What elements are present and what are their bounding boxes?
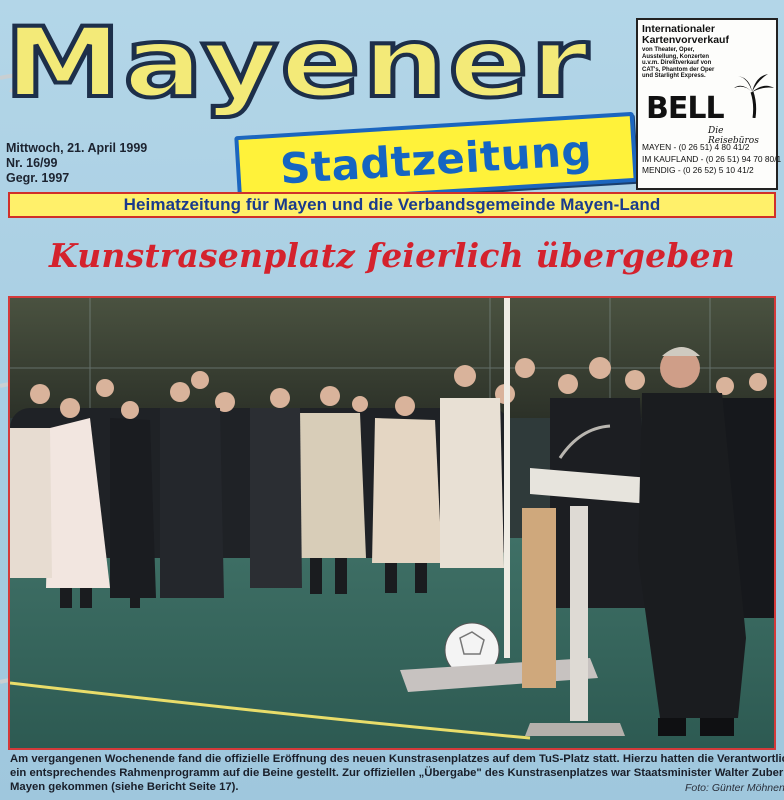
photo-caption: Am vergangenen Wochenende fand die offiz… (10, 752, 784, 794)
issue-date: Mittwoch, 21. April 1999 (6, 141, 148, 155)
ad-contact-line: MENDIG - (0 26 52) 5 10 41/2 (642, 165, 754, 175)
ceremony-photo-illustration (10, 298, 774, 748)
newspaper-page: Mayener Mittwoch, 21. April 1999 Nr. 16/… (0, 0, 784, 800)
ad-contact-line: IM KAUFLAND - (0 26 51) 94 70 80/1 (642, 153, 782, 164)
caption-line: Am vergangenen Wochenende fand die offiz… (10, 753, 784, 765)
masthead-title: Mayener (2, 5, 592, 119)
tagline-bar: Heimatzeitung für Mayen und die Verbands… (8, 192, 776, 218)
founded-year: Gegr. 1997 (6, 171, 70, 185)
palm-tree-icon (734, 74, 774, 118)
article-headline: Kunstrasenplatz feierlich übergeben (49, 236, 735, 275)
flag-pole (504, 298, 510, 658)
issue-number: Nr. 16/99 (6, 156, 58, 170)
ad-contacts: MAYEN - (0 26 51) 4 80 41/2 IM KAUFLAND … (642, 142, 781, 177)
article-photo (8, 296, 776, 750)
tagline: Heimatzeitung für Mayen und die Verbands… (123, 195, 661, 214)
ad-logo: BELL (646, 91, 725, 126)
ad-heading: Internationaler Kartenvorverkauf (642, 23, 729, 46)
photo-credit: Foto: Günter Möhnen (685, 782, 784, 794)
issue-info: Mittwoch, 21. April 1999 Nr. 16/99 Gegr.… (6, 141, 147, 186)
masthead-subtitle: Stadtzeitung (278, 125, 594, 193)
advertisement-box: Internationaler Kartenvorverkauf von The… (636, 18, 781, 190)
caption-line: Mayen gekommen (siehe Bericht Seite 17). (10, 781, 239, 793)
caption-line: ein entsprechendes Rahmenprogramm auf di… (10, 767, 784, 779)
ad-contact-line: MAYEN - (0 26 51) 4 80 41/2 (642, 142, 750, 152)
ad-description: von Theater, Oper, Ausstellung, Konzerte… (642, 47, 715, 79)
